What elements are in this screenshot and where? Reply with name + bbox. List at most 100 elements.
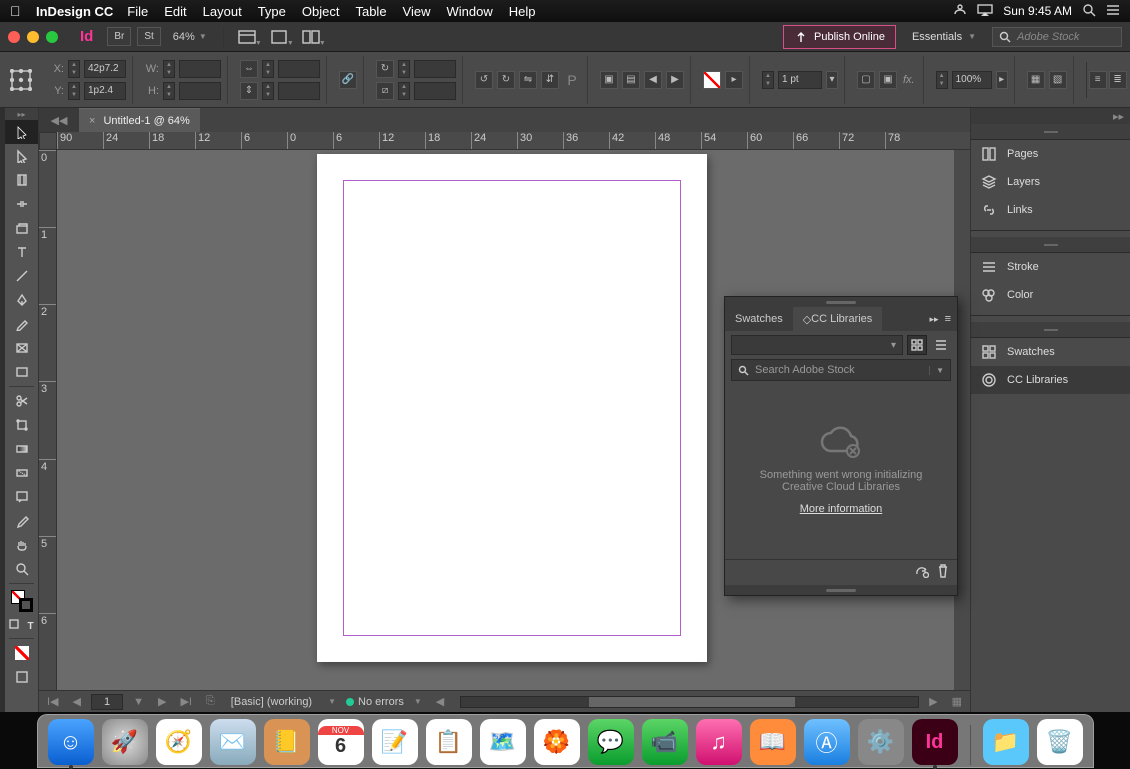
trash-icon[interactable] [937,564,949,581]
gradient-feather-tool[interactable] [5,461,38,485]
menu-file[interactable]: File [127,4,148,19]
screen-mode-icon[interactable]: ▼ [266,26,292,48]
shear-input[interactable] [414,82,456,100]
fast-user-icon[interactable] [953,3,967,20]
dock-contacts[interactable]: 📒 [264,719,310,765]
eyedropper-tool[interactable] [5,509,38,533]
opacity-dd-icon[interactable]: ▸ [996,71,1008,89]
scale-x-icon[interactable]: ⇔ [240,60,258,78]
quick-apply-icon[interactable]: ▧ [1049,71,1067,89]
menu-help[interactable]: Help [509,4,536,19]
minimize-button[interactable] [27,31,39,43]
stroke-weight-input[interactable] [778,71,822,89]
scalex-input[interactable] [278,60,320,78]
menu-edit[interactable]: Edit [164,4,186,19]
select-next-icon[interactable]: ▶ [666,71,684,89]
rectangle-tool[interactable] [5,360,38,384]
more-information-link[interactable]: More information [800,503,883,515]
align-panel-icon2[interactable]: ≣ [1109,71,1127,89]
panel-group-handle[interactable] [971,124,1130,140]
fx-icon[interactable]: fx. [901,74,917,86]
bridge-button[interactable]: Br [107,27,131,46]
gap-tool[interactable] [5,192,38,216]
panel-group-handle-3[interactable] [971,322,1130,338]
collapse-panels-icon[interactable]: ▸▸ [971,108,1130,124]
dock-photos[interactable]: 🏵️ [534,719,580,765]
view-options-icon[interactable]: ▼ [234,26,260,48]
menu-object[interactable]: Object [302,4,340,19]
menu-layout[interactable]: Layout [203,4,242,19]
rotate-ccw-icon[interactable]: ↺ [475,71,493,89]
rectangle-frame-tool[interactable] [5,336,38,360]
select-container-icon[interactable]: ▣ [600,71,618,89]
dock-mail[interactable]: ✉️ [210,719,256,765]
dock-trash[interactable]: 🗑️ [1037,719,1083,765]
apply-color-icon[interactable] [5,641,38,665]
reference-point-icon[interactable] [10,69,32,91]
fill-swatch[interactable] [703,71,721,89]
panel-menu-icon[interactable]: ≡ [945,313,951,325]
text-wrap-none-icon[interactable]: ▢ [857,71,875,89]
dock-downloads[interactable]: 📁 [983,719,1029,765]
menu-type[interactable]: Type [258,4,286,19]
align-panel-icon[interactable]: ≡ [1089,71,1107,89]
pen-tool[interactable] [5,288,38,312]
rotate-icon[interactable]: ↻ [376,60,394,78]
cc-search-input[interactable]: Search Adobe Stock ▼ [731,359,951,381]
free-transform-tool[interactable] [5,413,38,437]
flip-v-icon[interactable]: ⇵ [541,71,559,89]
document-tab[interactable]: × Untitled-1 @ 64% [79,108,200,132]
mini-view-icon[interactable]: ▦ [948,695,966,708]
note-tool[interactable] [5,485,38,509]
menu-table[interactable]: Table [355,4,386,19]
next-page-icon[interactable]: ▶ [154,695,170,708]
rotate-input[interactable] [414,60,456,78]
adobe-stock-search[interactable]: Adobe Stock [992,27,1122,47]
preflight-status[interactable]: No errors [346,696,404,708]
zoom-level-dropdown[interactable]: 64%▼ [167,31,213,43]
dock-messages[interactable]: 💬 [588,719,634,765]
layers-panel-button[interactable]: Layers [971,168,1130,196]
direct-selection-tool[interactable] [5,144,38,168]
dock-appstore[interactable]: Ⓐ [804,719,850,765]
page-number-input[interactable]: 1 [91,694,123,710]
links-panel-button[interactable]: Links [971,196,1130,224]
text-wrap-bounding-icon[interactable]: ▣ [879,71,897,89]
page[interactable] [317,154,707,662]
gradient-swatch-tool[interactable] [5,437,38,461]
opacity-input[interactable] [952,71,992,89]
dock-indesign[interactable]: Id [912,719,958,765]
last-page-icon[interactable]: ▶I [176,695,196,708]
zoom-button[interactable] [46,31,58,43]
content-collector-tool[interactable] [5,216,38,240]
y-input[interactable] [84,82,126,100]
hand-tool[interactable] [5,533,38,557]
swatches-tab[interactable]: Swatches [725,307,793,331]
clock[interactable]: Sun 9:45 AM [1003,4,1072,18]
dock-calendar[interactable]: NOV6 [318,719,364,765]
color-panel-button[interactable]: Color [971,281,1130,309]
stock-button[interactable]: St [137,27,160,46]
cc-sync-icon[interactable] [913,564,929,581]
prev-page-icon[interactable]: ◀ [69,695,85,708]
dock-maps[interactable]: 🗺️ [480,719,526,765]
scale-y-icon[interactable]: ⇕ [240,82,258,100]
apple-menu-icon[interactable]:  [10,3,24,19]
dock-preferences[interactable]: ⚙️ [858,719,904,765]
cc-libraries-panel-button[interactable]: CC Libraries [971,366,1130,394]
stroke-weight-dd[interactable]: ▾ [826,71,838,89]
dock-itunes[interactable]: ♫ [696,719,742,765]
select-content-icon[interactable]: ▤ [622,71,640,89]
dock-finder[interactable]: ☺ [48,719,94,765]
hscroll-left-icon[interactable]: ◀ [432,695,448,708]
publish-online-button[interactable]: Publish Online [783,25,896,49]
workspace-switcher[interactable]: Essentials▼ [902,31,986,43]
cc-libraries-panel[interactable]: Swatches ◇ CC Libraries ▸▸ ≡ ▾ Search Ad… [724,296,958,596]
drop-shadow-icon[interactable]: ▦ [1027,71,1045,89]
x-input[interactable] [84,60,126,78]
panel-drag-handle[interactable] [725,297,957,307]
dock-safari[interactable]: 🧭 [156,719,202,765]
arrange-docs-icon[interactable]: ▼ [298,26,324,48]
preflight-profile[interactable]: [Basic] (working) [225,696,318,708]
line-tool[interactable] [5,264,38,288]
